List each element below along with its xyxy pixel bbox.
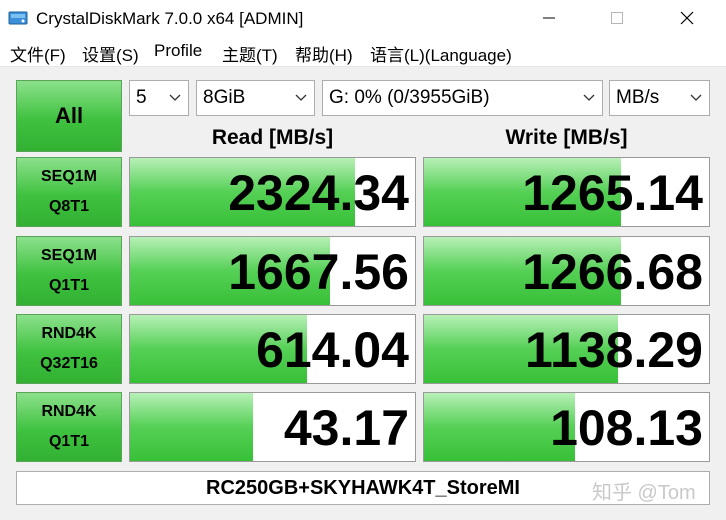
write-result-rnd4k-q32t16: 1138.29 (423, 314, 710, 384)
minimize-button[interactable] (526, 0, 572, 36)
unit-select[interactable]: MB/s (609, 80, 710, 116)
test-button-rnd4k-q32t16[interactable]: RND4K Q32T16 (16, 314, 122, 384)
menu-theme[interactable]: 主题(T) (222, 41, 278, 66)
write-result-seq1m-q8t1: 1265.14 (423, 157, 710, 227)
maximize-button[interactable] (594, 0, 640, 36)
read-column-header: Read [MB/s] (211, 126, 334, 149)
menu-language[interactable]: 语言(L)(Language) (370, 41, 512, 66)
run-all-button[interactable]: All (16, 80, 122, 152)
menu-profile[interactable]: Profile (154, 41, 202, 61)
test-count-select[interactable]: 5 (129, 80, 189, 116)
result-value: 108.13 (550, 400, 703, 456)
drive-select[interactable]: G: 0% (0/3955GiB) (322, 80, 603, 116)
write-column-header: Write [MB/s] (505, 126, 628, 149)
result-value: 2324.34 (228, 165, 409, 221)
crystaldiskmark-app-icon (8, 11, 28, 25)
test-count-value: 5 (136, 87, 147, 108)
result-value: 1265.14 (522, 165, 703, 221)
result-bar (130, 393, 253, 461)
chevron-down-icon (690, 94, 702, 101)
test-queue-label: Q32T16 (40, 355, 98, 372)
result-value: 1266.68 (522, 244, 703, 300)
read-result-seq1m-q8t1: 2324.34 (129, 157, 416, 227)
chevron-down-icon (169, 94, 181, 101)
chevron-down-icon (583, 94, 595, 101)
result-value: 614.04 (256, 322, 409, 378)
result-value: 43.17 (283, 400, 409, 456)
close-icon (680, 11, 694, 25)
test-type-label: SEQ1M (40, 247, 97, 264)
test-button-rnd4k-q1t1[interactable]: RND4K Q1T1 (16, 392, 122, 462)
test-size-select[interactable]: 8GiB (196, 80, 315, 116)
drive-value: G: 0% (0/3955GiB) (329, 87, 490, 108)
maximize-icon (611, 12, 623, 24)
result-value: 1138.29 (525, 322, 703, 378)
test-queue-label: Q1T1 (48, 433, 89, 450)
minimize-icon (543, 17, 555, 19)
read-result-seq1m-q1t1: 1667.56 (129, 236, 416, 306)
window-title: CrystalDiskMark 7.0.0 x64 [ADMIN] (36, 9, 304, 28)
comment-field[interactable]: RC250GB+SKYHAWK4T_StoreMI (16, 471, 710, 505)
test-queue-label: Q1T1 (48, 277, 89, 294)
test-button-seq1m-q1t1[interactable]: SEQ1M Q1T1 (16, 236, 122, 306)
test-type-label: SEQ1M (40, 168, 97, 185)
title-bar: CrystalDiskMark 7.0.0 x64 [ADMIN] (0, 0, 726, 36)
read-result-rnd4k-q1t1: 43.17 (129, 392, 416, 462)
menu-help[interactable]: 帮助(H) (295, 41, 353, 66)
read-result-rnd4k-q32t16: 614.04 (129, 314, 416, 384)
result-value: 1667.56 (228, 244, 409, 300)
test-size-value: 8GiB (203, 87, 246, 108)
menu-file[interactable]: 文件(F) (10, 41, 66, 66)
write-result-seq1m-q1t1: 1266.68 (423, 236, 710, 306)
close-button[interactable] (664, 0, 710, 36)
comment-text: RC250GB+SKYHAWK4T_StoreMI (206, 476, 520, 499)
test-type-label: RND4K (41, 403, 97, 420)
test-button-seq1m-q8t1[interactable]: SEQ1M Q8T1 (16, 157, 122, 227)
unit-value: MB/s (616, 87, 660, 108)
menu-settings[interactable]: 设置(S) (82, 41, 139, 66)
write-result-rnd4k-q1t1: 108.13 (423, 392, 710, 462)
menu-bar: 文件(F) 设置(S) Profile 主题(T) 帮助(H) 语言(L)(La… (0, 36, 726, 67)
test-type-label: RND4K (41, 325, 97, 342)
chevron-down-icon (295, 94, 307, 101)
test-queue-label: Q8T1 (48, 198, 89, 215)
